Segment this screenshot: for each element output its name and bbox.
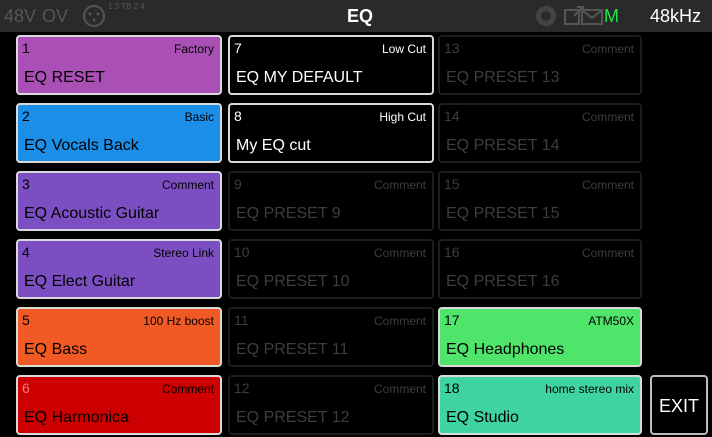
preset-number: 14 — [444, 108, 460, 124]
preset-13[interactable]: 13 Comment EQ PRESET 13 — [438, 35, 642, 95]
preset-comment: Comment — [373, 178, 426, 192]
preset-comment: Comment — [373, 246, 426, 260]
preset-name: EQ Headphones — [446, 341, 565, 358]
preset-comment: Comment — [581, 42, 634, 56]
preset-number: 18 — [444, 380, 460, 396]
preset-number: 10 — [234, 244, 250, 260]
preset-2[interactable]: 2 Basic EQ Vocals Back — [16, 103, 222, 163]
preset-17[interactable]: 17 ATM50X EQ Headphones — [438, 307, 642, 367]
preset-number: 1 — [22, 40, 30, 56]
preset-8[interactable]: 8 High Cut My EQ cut — [228, 103, 434, 163]
exit-button[interactable]: EXIT — [650, 375, 708, 435]
preset-comment: home stereo mix — [545, 382, 634, 396]
overload-indicator: OV — [42, 6, 69, 26]
preset-number: 3 — [22, 176, 30, 192]
preset-comment: Basic — [184, 110, 214, 124]
input-indicator-icon — [83, 5, 105, 27]
preset-name: EQ Acoustic Guitar — [24, 205, 160, 222]
preset-number: 11 — [234, 312, 249, 328]
preset-1[interactable]: 1 Factory EQ RESET — [16, 35, 222, 95]
preset-name: EQ PRESET 13 — [446, 69, 560, 86]
preset-10[interactable]: 10 Comment EQ PRESET 10 — [228, 239, 434, 299]
preset-comment: Comment — [373, 314, 426, 328]
preset-number: 12 — [234, 380, 250, 396]
preset-14[interactable]: 14 Comment EQ PRESET 14 — [438, 103, 642, 163]
preset-number: 13 — [444, 40, 460, 56]
preset-name: EQ RESET — [24, 69, 105, 86]
preset-5[interactable]: 5 100 Hz boost EQ Bass — [16, 307, 222, 367]
preset-name: EQ PRESET 16 — [446, 273, 560, 290]
preset-name: EQ PRESET 14 — [446, 137, 560, 154]
preset-name: EQ Harmonica — [24, 409, 129, 426]
status-bar: 48V OV 1 3 TB 2 4 EQ M 48kHz — [0, 0, 712, 32]
preset-7[interactable]: 7 Low Cut EQ MY DEFAULT — [228, 35, 434, 95]
preset-number: 8 — [234, 108, 242, 124]
preset-name: EQ Vocals Back — [24, 137, 139, 154]
preset-number: 9 — [234, 176, 242, 192]
preset-11[interactable]: 11 Comment EQ PRESET 11 — [228, 307, 434, 367]
preset-comment: Comment — [581, 178, 634, 192]
preset-name: EQ PRESET 11 — [236, 341, 349, 358]
input-routing-label: 1 3 TB 2 4 — [108, 2, 145, 11]
preset-9[interactable]: 9 Comment EQ PRESET 9 — [228, 171, 434, 231]
preset-comment: Low Cut — [381, 42, 426, 56]
preset-18[interactable]: 18 home stereo mix EQ Studio — [438, 375, 642, 435]
preset-name: EQ Elect Guitar — [24, 273, 136, 290]
preset-number: 7 — [234, 40, 242, 56]
preset-name: My EQ cut — [236, 137, 311, 154]
preset-name: EQ PRESET 10 — [236, 273, 350, 290]
preset-comment: 100 Hz boost — [143, 314, 214, 328]
preset-number: 6 — [22, 380, 30, 396]
preset-number: 15 — [444, 176, 460, 192]
sample-rate: 48kHz — [650, 6, 702, 26]
preset-16[interactable]: 16 Comment EQ PRESET 16 — [438, 239, 642, 299]
preset-number: 4 — [22, 244, 30, 260]
preset-number: 2 — [22, 108, 30, 124]
preset-12[interactable]: 12 Comment EQ PRESET 12 — [228, 375, 434, 435]
mode-indicator: M — [604, 6, 619, 26]
preset-4[interactable]: 4 Stereo Link EQ Elect Guitar — [16, 239, 222, 299]
preset-name: EQ Bass — [24, 341, 88, 358]
preset-comment: Comment — [581, 246, 634, 260]
preset-number: 5 — [22, 312, 30, 328]
dial-icon — [536, 6, 556, 26]
preset-name: EQ PRESET 15 — [446, 205, 560, 222]
page-title: EQ — [346, 6, 373, 26]
preset-number: 17 — [444, 312, 460, 328]
preset-6[interactable]: 6 Comment EQ Harmonica — [16, 375, 222, 435]
preset-number: 16 — [444, 244, 460, 260]
preset-name: EQ MY DEFAULT — [236, 69, 363, 86]
preset-comment: Factory — [173, 42, 214, 56]
preset-15[interactable]: 15 Comment EQ PRESET 15 — [438, 171, 642, 231]
preset-3[interactable]: 3 Comment EQ Acoustic Guitar — [16, 171, 222, 231]
preset-comment: Stereo Link — [153, 246, 214, 260]
preset-comment: Comment — [161, 178, 214, 192]
preset-comment: ATM50X — [588, 314, 634, 328]
mail-icon — [581, 9, 603, 25]
preset-name: EQ Studio — [446, 409, 519, 426]
phantom-power-indicator: 48V — [4, 6, 37, 26]
preset-comment: High Cut — [379, 110, 426, 124]
preset-comment: Comment — [581, 110, 634, 124]
preset-comment: Comment — [373, 382, 426, 396]
preset-name: EQ PRESET 9 — [236, 205, 341, 222]
preset-comment: Comment — [161, 382, 214, 396]
preset-name: EQ PRESET 12 — [236, 409, 350, 426]
